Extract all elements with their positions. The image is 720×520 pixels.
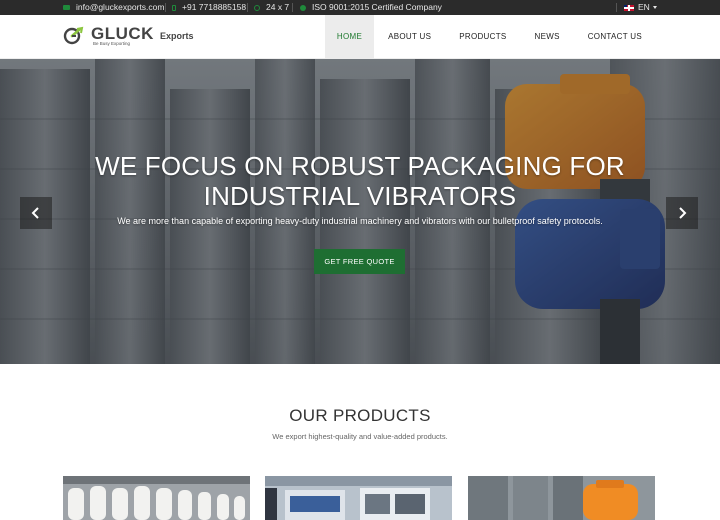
main-nav: HOME ABOUT US PRODUCTS NEWS CONTACT US [324,15,656,59]
get-free-quote-button[interactable]: GET FREE QUOTE [314,249,405,274]
divider [165,3,166,12]
slider-prev-button[interactable] [20,197,52,229]
divider [247,3,248,12]
brand-suffix: Exports [160,31,194,41]
hero-title-line-1: WE FOCUS ON ROBUST PACKAGING FOR [95,151,625,181]
products-title: OUR PRODUCTS [289,406,431,425]
chevron-left-icon [31,207,39,219]
hero-overlay [0,59,720,364]
topbar-email[interactable]: info@gluckexports.com [63,0,164,15]
products-subtitle: We export highest-quality and value-adde… [272,432,448,441]
topbar-phone[interactable]: +91 7718885158 [172,0,246,15]
topbar-hours: 24 x 7 [254,0,289,15]
product-card-image-vibrator[interactable] [468,476,655,520]
mail-icon [63,5,70,10]
slider-next-button[interactable] [666,197,698,229]
brand-tagline: Be Busy Exporting [93,41,131,46]
divider [616,3,617,12]
hero-title: WE FOCUS ON ROBUST PACKAGING FOR INDUSTR… [0,151,720,211]
top-bar: info@gluckexports.com +91 7718885158 24 … [0,0,720,15]
clock-icon [254,4,260,11]
certificate-icon [300,4,306,11]
product-card-image-textile[interactable] [63,476,250,520]
logo-mark-icon [63,26,84,45]
product-card-image-machinery[interactable] [265,476,452,520]
brand-logo[interactable]: GLUCK Exports Be Busy Exporting [63,24,203,50]
hero-title-line-2: INDUSTRIAL VIBRATORS [203,181,517,211]
nav-news[interactable]: NEWS [521,15,574,59]
site-header: GLUCK Exports Be Busy Exporting HOME ABO… [0,15,720,59]
nav-contact-us[interactable]: CONTACT US [574,15,656,59]
uk-flag-icon [624,4,634,11]
phone-icon [172,4,176,11]
nav-about-us[interactable]: ABOUT US [374,15,445,59]
nav-products[interactable]: PRODUCTS [445,15,520,59]
divider [292,3,293,12]
products-section: OUR PRODUCTS We export highest-quality a… [0,364,720,520]
certification-text: ISO 9001:2015 Certified Company [312,2,442,12]
topbar-certification: ISO 9001:2015 Certified Company [300,0,442,15]
language-selector[interactable]: EN [624,0,657,15]
hero-subtitle: We are more than capable of exporting he… [117,216,603,226]
language-label[interactable]: EN [638,0,650,15]
nav-home[interactable]: HOME [324,15,375,59]
email-text[interactable]: info@gluckexports.com [76,0,164,15]
caret-down-icon [652,6,657,9]
hero-slider: WE FOCUS ON ROBUST PACKAGING FOR INDUSTR… [0,59,720,364]
hours-text: 24 x 7 [266,2,290,12]
chevron-right-icon [679,207,687,219]
phone-text[interactable]: +91 7718885158 [182,0,246,15]
